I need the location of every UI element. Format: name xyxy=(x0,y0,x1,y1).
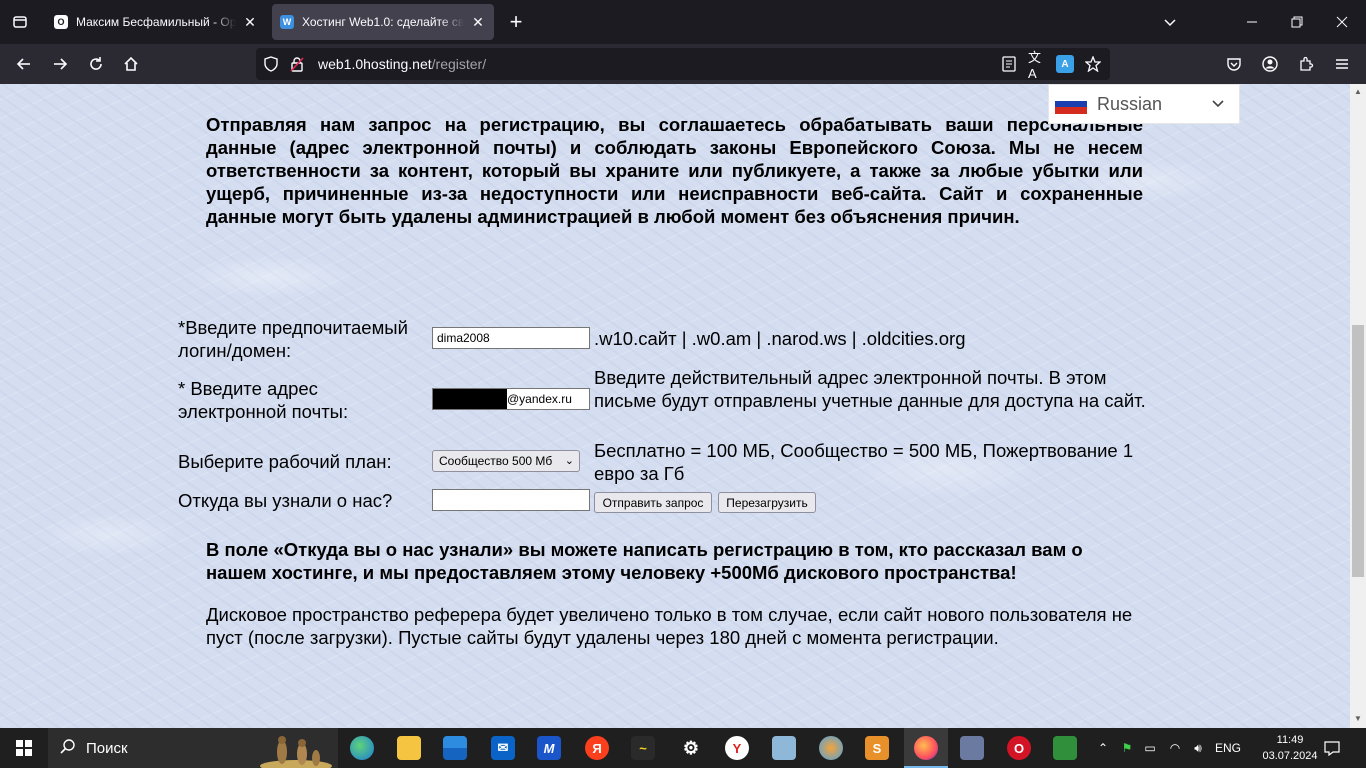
search-icon xyxy=(60,738,76,759)
notepad-icon[interactable] xyxy=(772,736,796,760)
edge-icon[interactable] xyxy=(350,736,374,760)
clock-time: 11:49 xyxy=(1276,734,1304,746)
page-content: Отправляя нам запрос на регистрацию, вы … xyxy=(0,84,1350,728)
reader-view-icon[interactable] xyxy=(1000,55,1018,73)
shield-icon[interactable] xyxy=(262,55,280,73)
url-domain: web1.0hosting.net xyxy=(318,56,432,72)
settings-gear-icon[interactable]: ⚙ xyxy=(679,736,703,760)
windows-taskbar: Поиск ✉ M Я ~ ⚙ Y S O ⌃ ⚑ ▭ ◠ 🔊︎ ENG 11:… xyxy=(0,728,1366,768)
opera-favicon-icon: O xyxy=(54,15,68,29)
language-selector[interactable]: Russian xyxy=(1048,84,1240,124)
source-input[interactable] xyxy=(432,489,590,511)
domain-list: .w10.сайт | .w0.am | .narod.ws | .oldcit… xyxy=(594,328,966,349)
new-tab-icon[interactable]: + xyxy=(502,8,530,36)
plan-note: Бесплатно = 100 МБ, Сообщество = 500 МБ,… xyxy=(594,440,1134,484)
login-input[interactable]: dima2008 xyxy=(432,327,590,349)
submit-button[interactable]: Отправить запрос xyxy=(594,492,712,513)
minimize-icon[interactable] xyxy=(1238,8,1266,36)
wifi-icon[interactable]: ◠ xyxy=(1166,728,1184,768)
url-path: /register/ xyxy=(431,56,487,72)
close-window-icon[interactable] xyxy=(1328,8,1356,36)
extensions-icon[interactable] xyxy=(1292,50,1320,78)
tab-list-chevron-icon[interactable] xyxy=(1156,8,1184,36)
yandex-market-icon[interactable]: ~ xyxy=(631,736,655,760)
terms-paragraph: Отправляя нам запрос на регистрацию, вы … xyxy=(206,114,1143,227)
file-explorer-icon[interactable] xyxy=(397,736,421,760)
scroll-thumb[interactable] xyxy=(1352,325,1364,577)
scroll-up-icon[interactable]: ▲ xyxy=(1353,87,1363,97)
tray-chevron-up-icon[interactable]: ⌃ xyxy=(1094,728,1112,768)
notifications-icon[interactable] xyxy=(1322,738,1342,758)
referral-paragraph: Дисковое пространство реферера будет уве… xyxy=(206,604,1133,648)
opera-icon[interactable]: O xyxy=(1007,736,1031,760)
url-text[interactable]: web1.0hosting.net/register/ xyxy=(318,56,486,72)
email-input[interactable]: @yandex.ru xyxy=(432,388,590,410)
login-label: *Введите предпочитаемый логин/домен: xyxy=(178,317,408,361)
web10-favicon-icon: W xyxy=(280,15,294,29)
sublime-text-icon[interactable]: S xyxy=(865,736,889,760)
device-app-icon[interactable] xyxy=(960,736,984,760)
language-name: Russian xyxy=(1097,93,1163,114)
source-label: Откуда вы узнали о нас? xyxy=(178,490,393,511)
input-language[interactable]: ENG xyxy=(1213,728,1243,768)
plan-select[interactable]: Сообщество 500 Мб ⌄ xyxy=(432,450,580,472)
system-clock[interactable]: 11:49 03.07.2024 xyxy=(1262,732,1318,764)
email-label: * Введите адрес электронной почты: xyxy=(178,378,349,422)
close-tab-icon[interactable]: ✕ xyxy=(470,14,486,30)
redacted-email-block xyxy=(433,389,507,409)
reload-icon[interactable] xyxy=(82,50,110,78)
referral-bold-paragraph: В поле «Откуда вы о нас узнали» вы может… xyxy=(206,539,1083,583)
tab-opera-profile[interactable]: O Максим Бесфамильный - Ope ✕ xyxy=(46,4,266,40)
tab-title: Хостинг Web1.0: сделайте свой xyxy=(302,15,464,29)
russia-flag-icon xyxy=(1055,94,1087,115)
clock-date: 03.07.2024 xyxy=(1262,750,1318,762)
scroll-down-icon[interactable]: ▼ xyxy=(1353,714,1363,724)
chevron-down-icon: ⌄ xyxy=(564,455,574,467)
tab-web10-hosting[interactable]: W Хостинг Web1.0: сделайте свой ✕ xyxy=(272,4,494,40)
tab-strip: O Максим Бесфамильный - Ope ✕ W Хостинг … xyxy=(0,0,1366,44)
restore-icon[interactable] xyxy=(1283,8,1311,36)
search-highlight-meerkats-icon xyxy=(260,736,332,768)
mail-icon[interactable]: ✉ xyxy=(491,736,515,760)
page-translate-icon[interactable]: A xyxy=(1056,55,1074,73)
navigation-toolbar: web1.0hosting.net/register/ 文A A xyxy=(0,44,1366,84)
vertical-scrollbar[interactable]: ▲ ▼ xyxy=(1350,84,1366,728)
app-m-icon[interactable]: M xyxy=(537,736,561,760)
firefox-icon[interactable] xyxy=(914,736,938,760)
email-domain: @yandex.ru xyxy=(507,392,572,406)
bookmark-star-icon[interactable] xyxy=(1084,55,1102,73)
yandex-browser-icon[interactable]: Y xyxy=(725,736,749,760)
forward-icon[interactable] xyxy=(46,50,74,78)
plan-selected-value: Сообщество 500 Мб xyxy=(439,454,553,468)
close-tab-icon[interactable]: ✕ xyxy=(242,14,258,30)
pocket-icon[interactable] xyxy=(1220,50,1248,78)
insecure-lock-icon[interactable] xyxy=(288,55,306,73)
address-bar[interactable]: web1.0hosting.net/register/ 文A A xyxy=(256,48,1110,81)
people-app-icon[interactable] xyxy=(1053,736,1077,760)
store-icon[interactable] xyxy=(443,736,467,760)
yandex-icon[interactable]: Я xyxy=(585,736,609,760)
paint-icon[interactable] xyxy=(819,736,843,760)
email-note: Введите действительный адрес электронной… xyxy=(594,367,1146,411)
tab-title: Максим Бесфамильный - Ope xyxy=(76,15,236,29)
home-icon[interactable] xyxy=(117,50,145,78)
windows-start-icon[interactable] xyxy=(16,740,32,756)
back-icon[interactable] xyxy=(10,50,38,78)
translate-icon[interactable]: 文A xyxy=(1028,50,1046,81)
reset-button[interactable]: Перезагрузить xyxy=(718,492,816,513)
volume-icon[interactable]: 🔊︎ xyxy=(1189,728,1207,768)
tray-flag-icon[interactable]: ⚑ xyxy=(1118,728,1136,768)
search-placeholder: Поиск xyxy=(86,739,128,757)
tab-list-icon[interactable] xyxy=(6,8,34,36)
account-icon[interactable] xyxy=(1256,50,1284,78)
plan-label: Выберите рабочий план: xyxy=(178,451,392,472)
menu-icon[interactable] xyxy=(1328,50,1356,78)
battery-icon[interactable]: ▭ xyxy=(1141,728,1159,768)
chevron-down-icon xyxy=(1211,96,1231,113)
